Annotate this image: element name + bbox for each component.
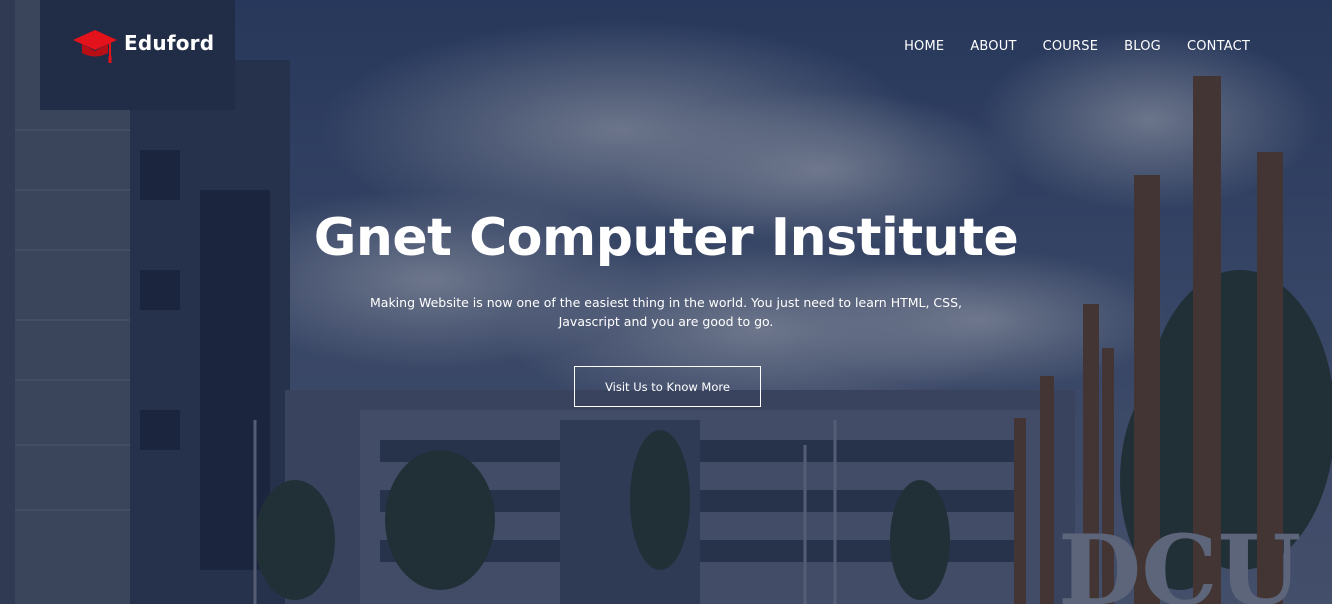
nav-home[interactable]: HOME <box>904 39 944 54</box>
hero-subtitle: Making Website is now one of the easiest… <box>370 295 962 329</box>
brand-name: Eduford <box>124 31 215 55</box>
nav-blog[interactable]: BLOG <box>1124 39 1161 54</box>
visit-us-button[interactable]: Visit Us to Know More <box>574 366 761 407</box>
nav-course[interactable]: COURSE <box>1043 39 1099 54</box>
hero-section: DCU Eduford HOME ABOUT COURSE BLOG CONTA… <box>0 0 1332 604</box>
brand-logo[interactable]: Eduford <box>72 26 214 66</box>
graduation-cap-icon <box>73 30 117 63</box>
main-nav: HOME ABOUT COURSE BLOG CONTACT <box>904 39 1250 54</box>
nav-contact[interactable]: CONTACT <box>1187 39 1250 54</box>
nav-about[interactable]: ABOUT <box>970 39 1016 54</box>
hero-title: Gnet Computer Institute <box>313 208 1019 268</box>
